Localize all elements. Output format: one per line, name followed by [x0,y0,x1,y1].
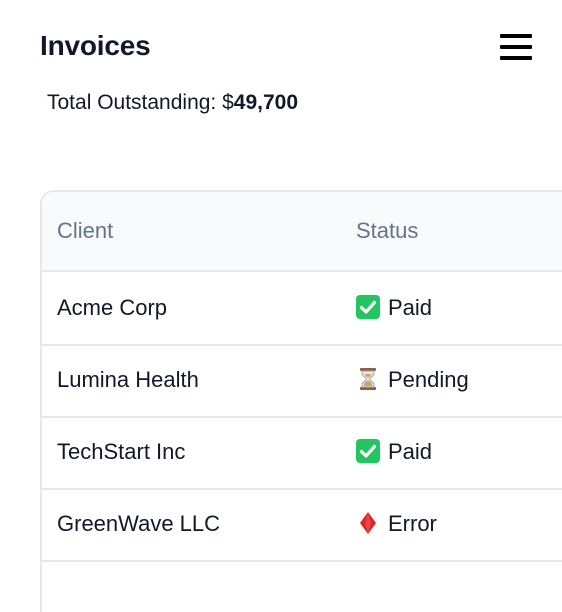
total-outstanding: Total Outstanding: $49,700 [47,91,298,115]
hamburger-icon-bar [500,45,532,49]
table-row[interactable]: Lumina Health Pending [42,344,562,418]
status-label: Error [388,511,437,536]
page-header: Invoices [40,28,532,68]
column-header-client[interactable]: Client [57,192,113,270]
client-name: GreenWave LLC [57,511,221,536]
status-cell: Error [356,488,437,560]
status-cell: Pending [356,344,469,416]
table-header-row: Client Status [42,192,562,272]
client-name: Acme Corp [57,295,168,320]
check-icon [356,295,380,319]
hourglass-icon [356,367,380,391]
menu-button[interactable] [500,34,532,60]
table-row[interactable]: TechStart Inc Paid [42,416,562,490]
diamond-icon [356,511,380,535]
client-name: Lumina Health [57,367,199,392]
check-icon [356,439,380,463]
table-row[interactable]: GreenWave LLC Error [42,488,562,562]
status-label: Paid [388,295,433,320]
hamburger-icon [500,34,532,38]
total-outstanding-amount: 49,700 [233,91,299,114]
invoice-table: Client Status Acme Corp Paid Lumina Heal… [40,190,562,612]
status-label: Pending [388,367,469,392]
status-cell: Paid [356,272,432,344]
table-row[interactable]: Acme Corp Paid [42,272,562,346]
hamburger-icon-bar [500,56,532,60]
total-outstanding-label: Total Outstanding: $ [47,91,234,114]
column-header-status[interactable]: Status [356,192,418,270]
status-cell: Paid [356,416,432,488]
status-label: Paid [388,439,433,464]
page-title: Invoices [40,30,151,61]
client-name: TechStart Inc [57,439,186,464]
